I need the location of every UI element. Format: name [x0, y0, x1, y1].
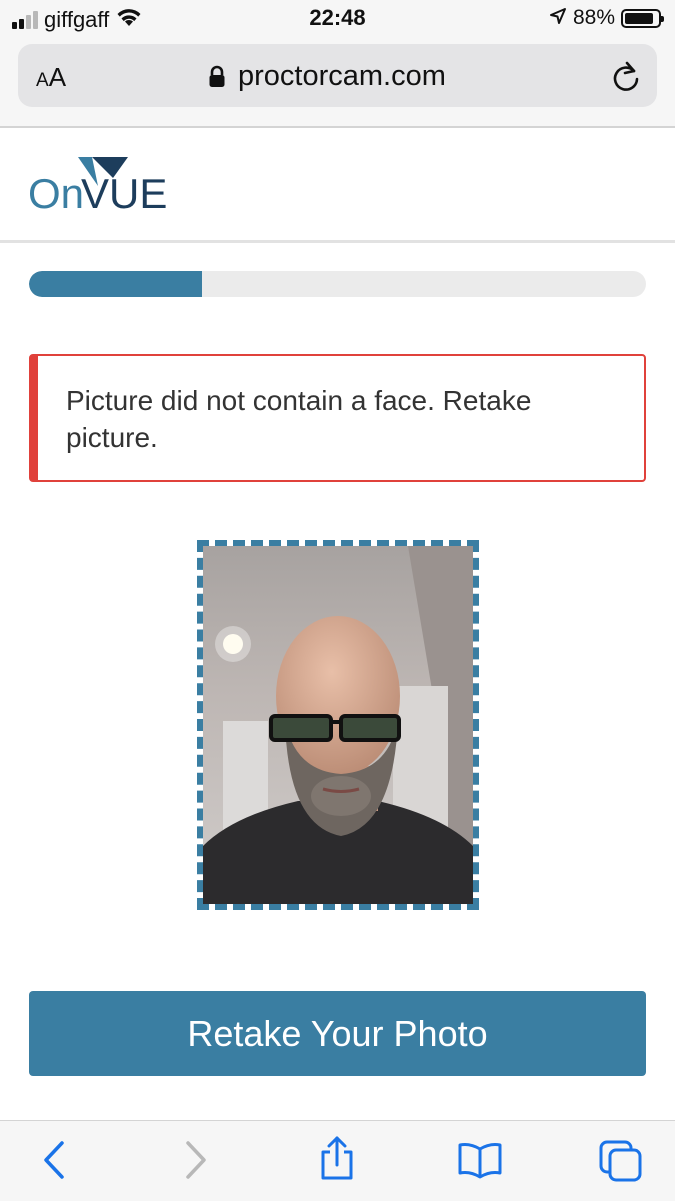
captured-photo: [203, 546, 473, 904]
photo-frame: [197, 540, 479, 910]
share-icon[interactable]: [318, 1135, 356, 1186]
battery-percent: 88%: [572, 6, 615, 29]
logo-on: On: [28, 170, 84, 216]
battery-icon: [621, 8, 664, 28]
status-bar: giffgaff 22:48 88%: [0, 0, 675, 38]
status-right: 88%: [549, 6, 664, 30]
forward-icon[interactable]: [180, 1139, 210, 1186]
alert-message: Picture did not contain a face. Retake p…: [66, 385, 532, 453]
address-bar[interactable]: AA proctorcam.com: [18, 44, 657, 107]
url-display[interactable]: proctorcam.com: [208, 60, 446, 93]
progress-bar: [29, 271, 646, 297]
onvue-logo: On VUE: [28, 154, 188, 221]
lock-icon: [209, 65, 225, 87]
battery-fill: [625, 12, 654, 24]
logo-vue: VUE: [81, 170, 167, 216]
page-header: On VUE: [0, 128, 675, 243]
tabs-icon[interactable]: [598, 1139, 644, 1188]
text-size-button[interactable]: AA: [36, 62, 66, 93]
browser-toolbar: [0, 1120, 675, 1201]
reload-icon[interactable]: [611, 60, 641, 97]
browser-chrome: AA proctorcam.com: [0, 38, 675, 128]
location-arrow-icon: [549, 7, 567, 30]
retake-photo-button[interactable]: Retake Your Photo: [29, 991, 646, 1076]
url-text: proctorcam.com: [238, 60, 446, 92]
back-icon[interactable]: [40, 1139, 70, 1186]
progress-fill: [29, 271, 202, 297]
error-alert: Picture did not contain a face. Retake p…: [29, 354, 646, 482]
bookmarks-icon[interactable]: [457, 1139, 503, 1186]
